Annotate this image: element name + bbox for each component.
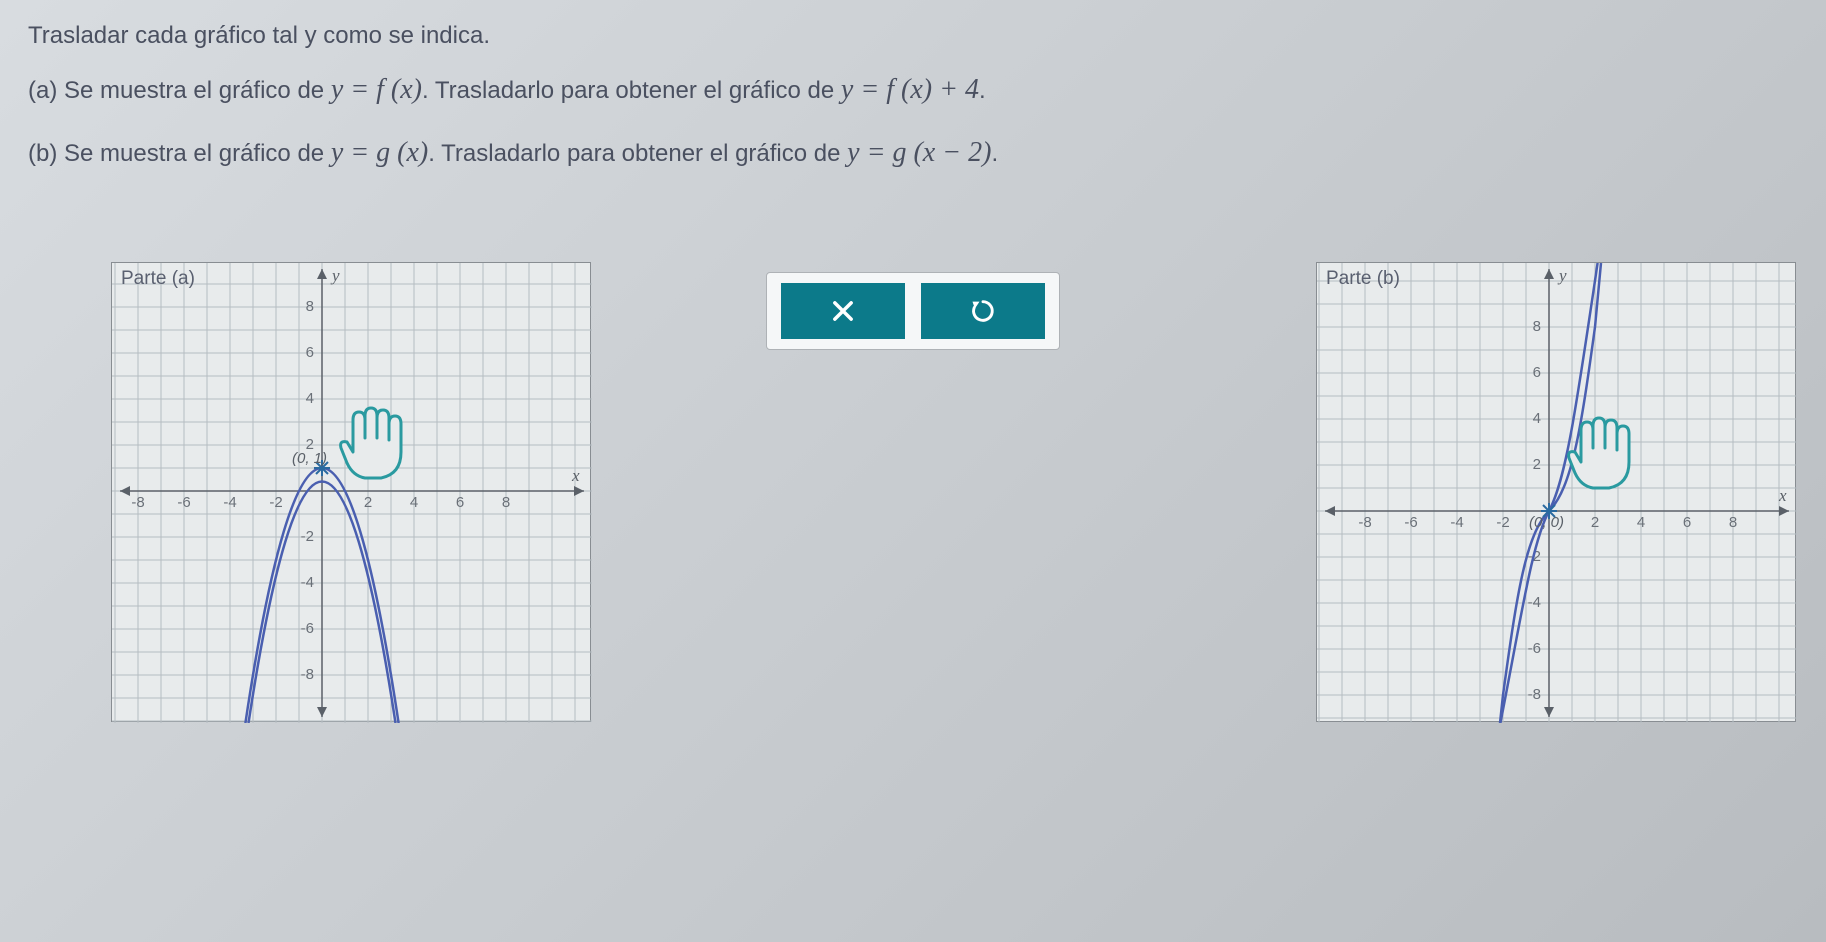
svg-text:-6: -6 xyxy=(1404,514,1417,531)
panel-b-title: Parte (b) xyxy=(1326,268,1400,290)
panel-a: Parte (a) xyxy=(111,262,591,722)
svg-text:4: 4 xyxy=(1533,410,1541,427)
svg-text:2: 2 xyxy=(364,494,372,511)
main-instruction: Trasladar cada gráfico tal y como se ind… xyxy=(28,22,1798,50)
svg-text:8: 8 xyxy=(1533,318,1541,335)
svg-text:-8: -8 xyxy=(301,666,314,683)
svg-text:8: 8 xyxy=(502,494,510,511)
svg-text:x: x xyxy=(571,466,580,485)
svg-text:-2: -2 xyxy=(1496,514,1509,531)
svg-text:4: 4 xyxy=(306,390,314,407)
reset-button[interactable] xyxy=(921,283,1045,339)
svg-text:6: 6 xyxy=(1683,514,1691,531)
svg-text:2: 2 xyxy=(1591,514,1599,531)
grab-hand-icon xyxy=(1569,418,1629,488)
svg-text:2: 2 xyxy=(1533,456,1541,473)
svg-text:4: 4 xyxy=(1637,514,1645,531)
svg-text:-8: -8 xyxy=(131,494,144,511)
svg-text:-2: -2 xyxy=(301,528,314,545)
svg-text:-8: -8 xyxy=(1528,686,1541,703)
point-label-a: (0, 1) xyxy=(292,450,327,467)
svg-text:-4: -4 xyxy=(301,574,314,591)
svg-text:8: 8 xyxy=(306,298,314,315)
svg-text:-2: -2 xyxy=(269,494,282,511)
part-b-text: (b) Se muestra el gráfico de y = g (x). … xyxy=(28,131,1798,176)
graph-a[interactable]: -8 -6 -4 -2 2 4 6 8 8 6 4 2 -2 -4 -6 -8 … xyxy=(112,263,592,723)
svg-text:6: 6 xyxy=(456,494,464,511)
svg-text:y: y xyxy=(1557,266,1567,285)
svg-text:y: y xyxy=(330,266,340,285)
svg-text:-6: -6 xyxy=(301,620,314,637)
grab-hand-icon xyxy=(341,408,401,478)
svg-text:6: 6 xyxy=(306,344,314,361)
svg-text:-4: -4 xyxy=(1450,514,1463,531)
reset-icon xyxy=(969,297,997,325)
action-buttons xyxy=(766,272,1060,350)
svg-text:x: x xyxy=(1778,486,1787,505)
svg-text:4: 4 xyxy=(410,494,418,511)
svg-text:-6: -6 xyxy=(1528,640,1541,657)
svg-text:8: 8 xyxy=(1729,514,1737,531)
close-icon xyxy=(829,297,857,325)
svg-text:-8: -8 xyxy=(1358,514,1371,531)
svg-text:-4: -4 xyxy=(223,494,236,511)
svg-text:6: 6 xyxy=(1533,364,1541,381)
panel-b: Parte (b) xyxy=(1316,262,1796,722)
svg-text:-4: -4 xyxy=(1528,594,1541,611)
part-a-text: (a) Se muestra el gráfico de y = f (x). … xyxy=(28,68,1798,113)
svg-text:-6: -6 xyxy=(177,494,190,511)
panel-a-title: Parte (a) xyxy=(121,268,195,290)
point-label-b: (0, 0) xyxy=(1529,514,1564,531)
graph-b[interactable]: -8 -6 -4 -2 2 4 6 8 8 6 4 2 -2 -4 -6 -8 … xyxy=(1317,263,1797,723)
close-button[interactable] xyxy=(781,283,905,339)
grid-a xyxy=(112,263,592,723)
